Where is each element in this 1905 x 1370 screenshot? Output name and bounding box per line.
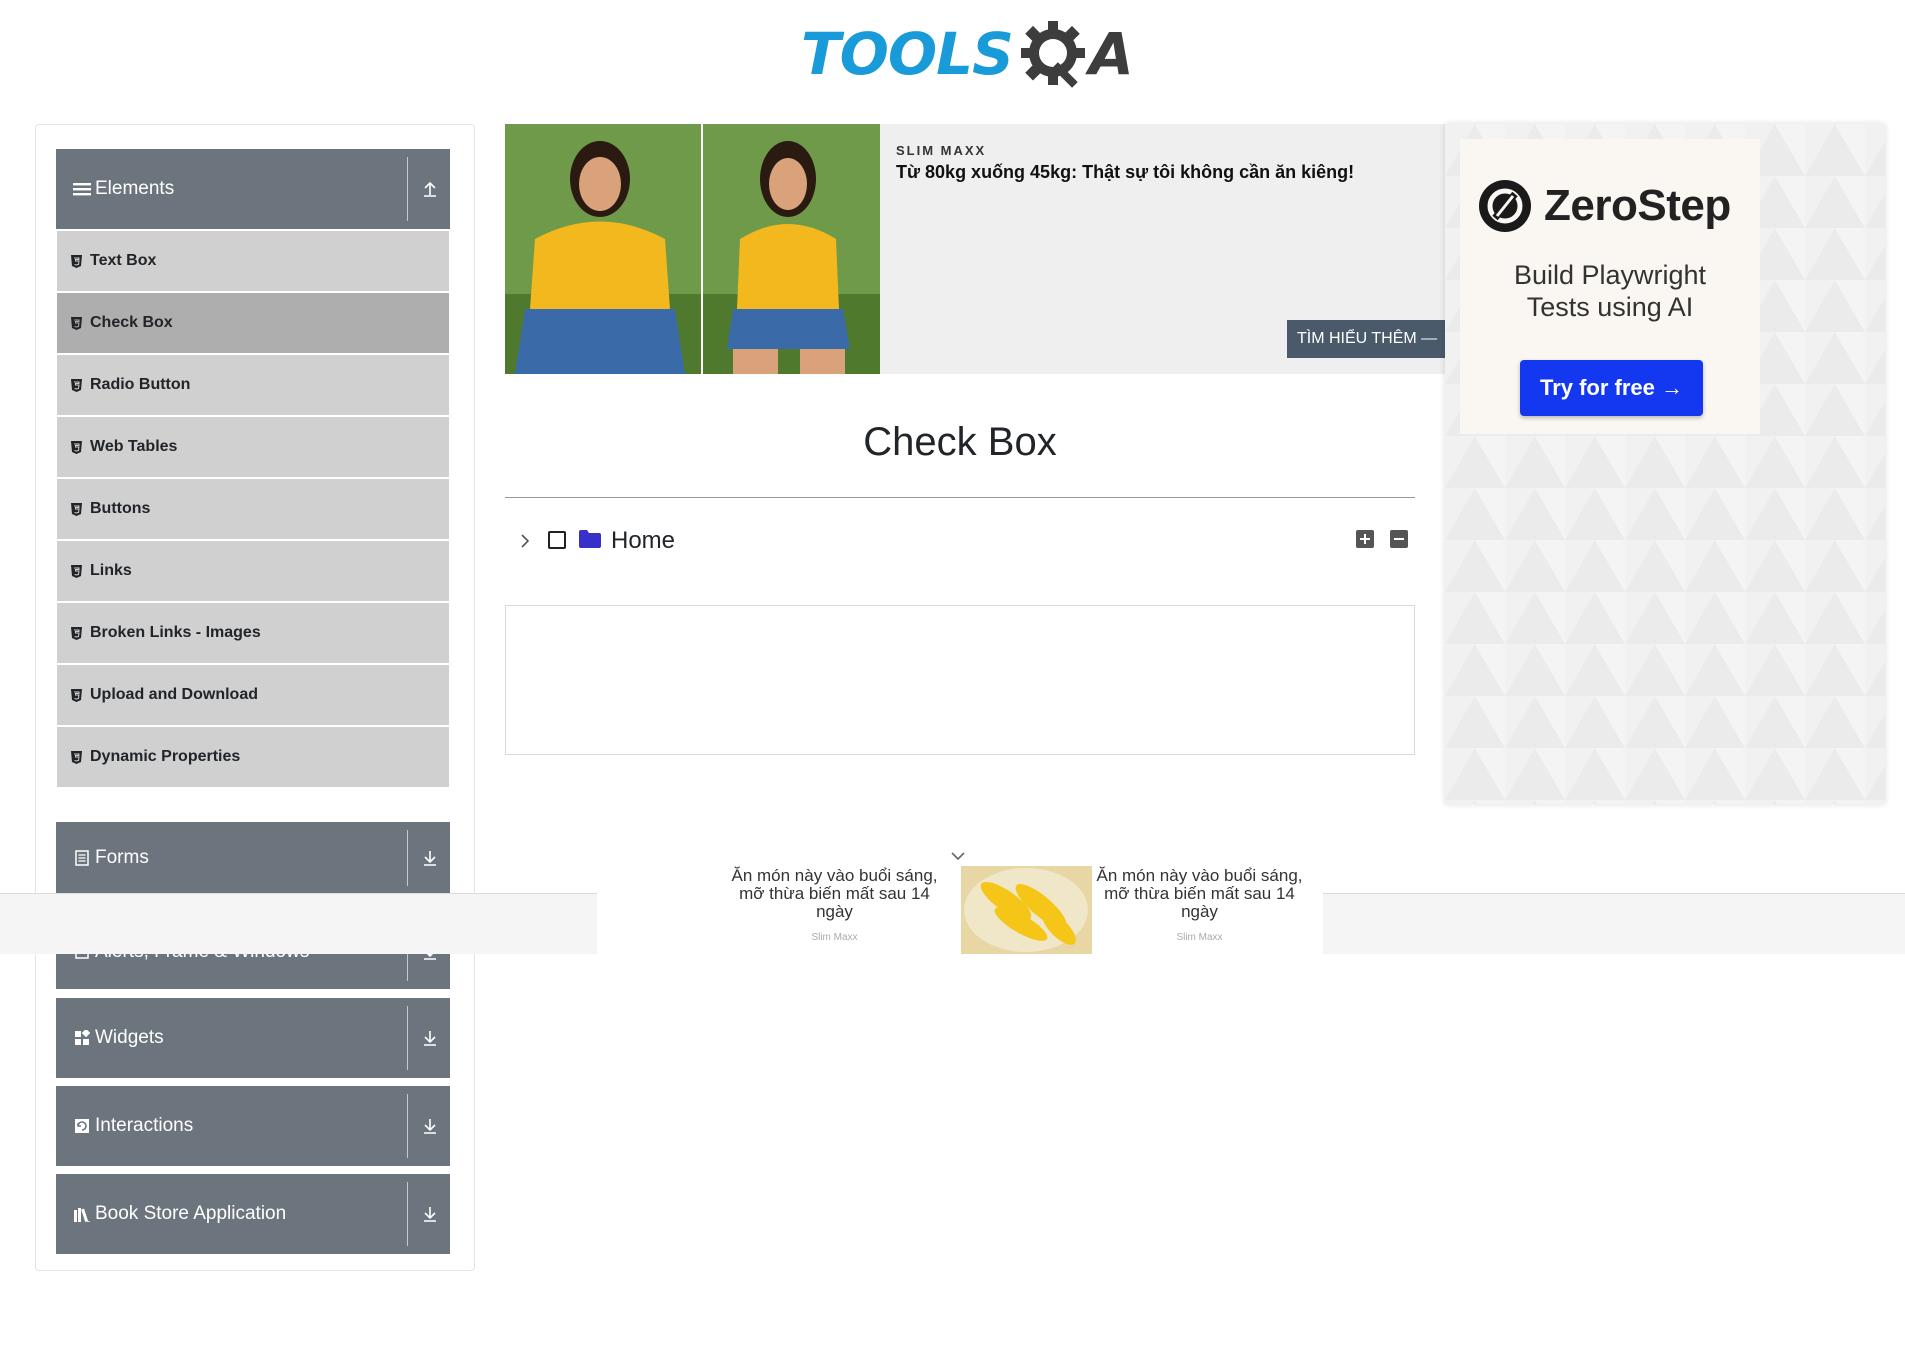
collapse-all-icon[interactable] — [1389, 529, 1409, 549]
html5-icon — [71, 254, 83, 268]
interactions-icon — [73, 1117, 91, 1135]
html5-icon — [71, 502, 83, 516]
html5-icon — [71, 316, 83, 330]
strip-ad-right-source: Slim Maxx — [1176, 932, 1223, 943]
result-output-box — [505, 605, 1415, 755]
menu-item-check-box[interactable]: Check Box — [57, 291, 449, 353]
menu-item-text-box[interactable]: Text Box — [57, 229, 449, 291]
books-icon — [73, 1205, 91, 1223]
down-arrow-icon[interactable] — [420, 848, 440, 868]
html5-icon — [71, 626, 83, 640]
menu-item-label: Radio Button — [90, 376, 191, 393]
chevron-right-icon[interactable] — [515, 531, 535, 551]
menu-item-label: Links — [90, 562, 132, 579]
ad-before-after-photo — [505, 124, 880, 374]
down-arrow-icon[interactable] — [420, 1028, 440, 1048]
logo-a-text: A — [1088, 20, 1134, 88]
group-title: Widgets — [95, 1027, 164, 1048]
html5-icon — [71, 564, 83, 578]
top-banner-ad[interactable]: SLIM MAXX Từ 80kg xuống 45kg: Thật sự tô… — [505, 124, 1445, 374]
group-title: Interactions — [95, 1115, 194, 1136]
menu-item-label: Buttons — [90, 500, 151, 517]
strip-ad-left-source: Slim Maxx — [811, 932, 858, 943]
strip-ad-right-text[interactable]: Ăn món này vào buổi sáng, mỡ thừa biến m… — [1087, 867, 1312, 921]
group-interactions: Interactions — [56, 1086, 450, 1166]
menu-item-label: Dynamic Properties — [90, 748, 241, 765]
sticky-ad-content[interactable]: Ăn món này vào buổi sáng, mỡ thừa biến m… — [597, 866, 1323, 954]
strip-ad-left-text[interactable]: Ăn món này vào buổi sáng, mỡ thừa biến m… — [722, 867, 947, 921]
group-header-interactions[interactable]: Interactions — [56, 1086, 450, 1166]
menu-item-upload-download[interactable]: Upload and Download — [57, 663, 449, 725]
try-for-free-button[interactable]: Try for free → — [1520, 360, 1703, 416]
zerostep-tagline: Build Playwright Tests using AI — [1460, 259, 1760, 323]
chevron-down-icon[interactable] — [947, 848, 969, 864]
tagline-line-1: Build Playwright — [1513, 260, 1707, 290]
expand-all-icon[interactable] — [1355, 529, 1375, 549]
menu-item-label: Text Box — [90, 252, 157, 269]
tagline-line-2: Tests using AI — [1526, 292, 1694, 322]
zerostep-logo: ZeroStep — [1478, 179, 1731, 233]
down-arrow-icon[interactable] — [420, 1116, 440, 1136]
corn-food-image[interactable] — [961, 866, 1092, 954]
gear-q-icon — [1015, 15, 1093, 93]
home-checkbox[interactable] — [548, 531, 566, 549]
html5-icon — [71, 440, 83, 454]
ad-learn-more-button[interactable]: TÌM HIỂU THÊM — — [1287, 320, 1445, 358]
toolsqa-logo[interactable]: TOOLS A — [801, 14, 1134, 94]
title-divider — [505, 497, 1415, 498]
menu-item-broken-links[interactable]: Broken Links - Images — [57, 601, 449, 663]
group-header-widgets[interactable]: Widgets — [56, 998, 450, 1078]
group-title: Forms — [95, 847, 149, 868]
up-arrow-icon[interactable] — [420, 179, 440, 199]
logo-tools-text: TOOLS — [801, 20, 1014, 88]
folder-icon — [579, 530, 601, 548]
hamburger-icon — [73, 180, 91, 198]
tree-node-home: Home — [510, 525, 1410, 557]
group-header-forms[interactable]: Forms — [56, 822, 450, 894]
form-icon — [73, 849, 91, 867]
header-divider — [407, 157, 408, 221]
zerostep-icon — [1479, 180, 1531, 232]
menu-item-label: Web Tables — [90, 438, 178, 455]
zerostep-name: ZeroStep — [1544, 181, 1731, 230]
left-sidebar: Elements Text Box Check Box Radio Button… — [35, 124, 475, 1271]
header-divider — [407, 1094, 408, 1158]
html5-icon — [71, 688, 83, 702]
ad-brand-label: SLIM MAXX — [896, 143, 987, 158]
menu-item-web-tables[interactable]: Web Tables — [57, 415, 449, 477]
html5-icon — [71, 750, 83, 764]
menu-item-radio-button[interactable]: Radio Button — [57, 353, 449, 415]
group-book-store: Book Store Application — [56, 1174, 450, 1254]
menu-item-label: Check Box — [90, 314, 173, 331]
group-header-elements[interactable]: Elements — [56, 149, 450, 229]
menu-item-label: Broken Links - Images — [90, 624, 261, 641]
down-arrow-icon[interactable] — [420, 1204, 440, 1224]
group-widgets: Widgets — [56, 998, 450, 1078]
right-side-ad[interactable]: ZeroStep Build Playwright Tests using AI… — [1445, 124, 1885, 804]
header-divider — [407, 1182, 408, 1246]
header-divider — [407, 1006, 408, 1070]
menu-item-buttons[interactable]: Buttons — [57, 477, 449, 539]
menu-item-dynamic-properties[interactable]: Dynamic Properties — [57, 725, 449, 787]
group-title: Elements — [95, 178, 175, 199]
menu-item-label: Upload and Download — [90, 686, 258, 703]
html5-icon — [71, 378, 83, 392]
group-elements: Elements Text Box Check Box Radio Button… — [56, 149, 450, 787]
zerostep-card: ZeroStep Build Playwright Tests using AI… — [1460, 139, 1760, 434]
tree-node-label[interactable]: Home — [611, 527, 675, 555]
menu-item-links[interactable]: Links — [57, 539, 449, 601]
group-forms: Forms — [56, 822, 450, 894]
widgets-icon — [73, 1029, 91, 1047]
group-header-book-store[interactable]: Book Store Application — [56, 1174, 450, 1254]
group-title: Book Store Application — [95, 1203, 287, 1224]
header-divider — [407, 830, 408, 886]
page-title: Check Box — [863, 420, 1057, 464]
ad-headline[interactable]: Từ 80kg xuống 45kg: Thật sự tôi không cầ… — [896, 162, 1354, 183]
